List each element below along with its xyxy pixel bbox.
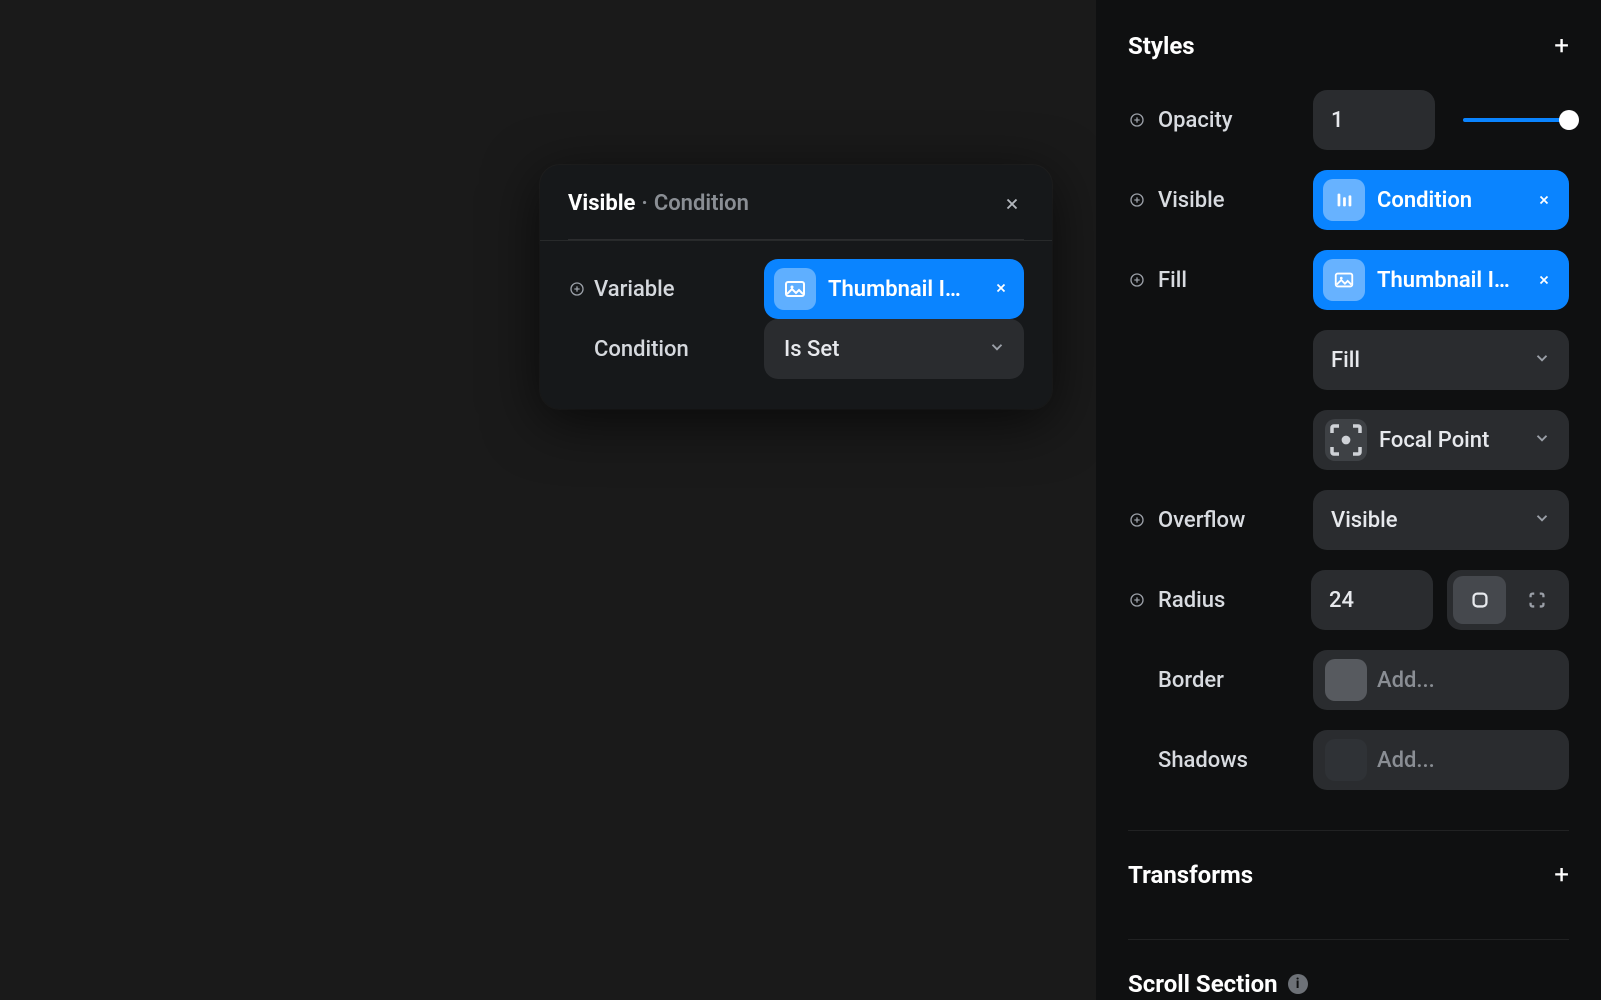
opacity-label: Opacity: [1158, 108, 1233, 133]
condition-value: Is Set: [784, 337, 976, 362]
styles-section: Styles + Opacity 1 Visible: [1128, 0, 1569, 830]
border-swatch: [1325, 659, 1367, 701]
condition-label: Condition: [594, 337, 689, 362]
shadows-row: Shadows Add...: [1128, 730, 1569, 790]
transforms-title: Transforms: [1128, 861, 1253, 889]
focal-point-icon: [1325, 419, 1367, 461]
fill-mode-value: Fill: [1331, 348, 1521, 373]
plus-circle-icon[interactable]: [1128, 271, 1146, 289]
plus-circle-icon[interactable]: [1128, 591, 1146, 609]
opacity-slider[interactable]: [1463, 118, 1569, 122]
clear-visible-button[interactable]: [1531, 188, 1557, 212]
visible-condition-popover: Visible · Condition Variable Thumbnail I…: [540, 165, 1052, 409]
clear-variable-button[interactable]: [990, 279, 1012, 300]
radius-row: Radius 24: [1128, 570, 1569, 630]
radius-input[interactable]: 24: [1311, 570, 1433, 630]
fill-token-text: Thumbnail I…: [1377, 268, 1519, 293]
shadows-placeholder: Add...: [1377, 748, 1435, 773]
plus-circle-icon[interactable]: [1128, 511, 1146, 529]
close-popover-button[interactable]: [1000, 192, 1024, 216]
close-icon: [1003, 195, 1021, 213]
properties-panel: Styles + Opacity 1 Visible: [1096, 0, 1601, 1000]
border-add-button[interactable]: Add...: [1313, 650, 1569, 710]
clear-fill-button[interactable]: [1531, 268, 1557, 292]
variable-token[interactable]: Thumbnail I…: [764, 259, 1024, 319]
opacity-value: 1: [1331, 108, 1344, 133]
fill-mode-select[interactable]: Fill: [1313, 330, 1569, 390]
fill-focal-row: Focal Point: [1128, 410, 1569, 470]
add-style-button[interactable]: +: [1554, 33, 1569, 59]
chevron-down-icon: [1533, 429, 1551, 451]
visible-token-text: Condition: [1377, 188, 1519, 213]
add-override-icon[interactable]: [568, 280, 586, 298]
focal-point-value: Focal Point: [1379, 428, 1521, 453]
shadows-label: Shadows: [1158, 748, 1248, 773]
focal-point-select[interactable]: Focal Point: [1313, 410, 1569, 470]
fill-label: Fill: [1158, 268, 1187, 293]
transforms-section: Transforms +: [1128, 830, 1569, 939]
info-icon[interactable]: i: [1288, 974, 1308, 994]
scroll-section: Scroll Section i: [1128, 939, 1569, 1000]
radius-per-corner-button[interactable]: [1510, 576, 1563, 624]
image-variable-icon: [774, 268, 816, 310]
overflow-row: Overflow Visible: [1128, 490, 1569, 550]
plus-circle-icon[interactable]: [1128, 111, 1146, 129]
radius-uniform-button[interactable]: [1453, 576, 1506, 624]
chevron-down-icon: [1533, 349, 1551, 371]
fill-token[interactable]: Thumbnail I…: [1313, 250, 1569, 310]
overflow-select[interactable]: Visible: [1313, 490, 1569, 550]
radius-value: 24: [1329, 588, 1354, 613]
styles-title: Styles: [1128, 32, 1195, 60]
visible-row: Visible Condition: [1128, 170, 1569, 230]
opacity-input[interactable]: 1: [1313, 90, 1435, 150]
variable-token-text: Thumbnail I…: [828, 277, 961, 302]
add-transform-button[interactable]: +: [1554, 862, 1569, 888]
popover-subtitle: Condition: [654, 191, 749, 216]
scroll-title: Scroll Section: [1128, 970, 1278, 998]
shadows-add-button[interactable]: Add...: [1313, 730, 1569, 790]
variable-row: Variable Thumbnail I…: [568, 259, 1024, 319]
fill-row: Fill Thumbnail I…: [1128, 250, 1569, 310]
visible-token[interactable]: Condition: [1313, 170, 1569, 230]
popover-title: Visible: [568, 191, 635, 216]
radius-mode-toggle: [1447, 570, 1569, 630]
variable-label: Variable: [594, 277, 675, 302]
overflow-label: Overflow: [1158, 508, 1245, 533]
canvas-area: [0, 0, 1076, 1000]
opacity-row: Opacity 1: [1128, 90, 1569, 150]
plus-circle-icon[interactable]: [1128, 191, 1146, 209]
visible-label: Visible: [1158, 188, 1225, 213]
overflow-value: Visible: [1331, 508, 1521, 533]
border-label: Border: [1158, 668, 1224, 693]
fill-mode-row: Fill: [1128, 330, 1569, 390]
condition-select[interactable]: Is Set: [764, 319, 1024, 379]
chevron-down-icon: [988, 338, 1006, 360]
condition-icon: [1323, 179, 1365, 221]
title-separator: ·: [641, 191, 647, 216]
radius-label: Radius: [1158, 588, 1225, 613]
condition-row: Condition Is Set: [568, 319, 1024, 379]
border-row: Border Add...: [1128, 650, 1569, 710]
chevron-down-icon: [1533, 509, 1551, 531]
shadows-swatch: [1325, 739, 1367, 781]
image-variable-icon: [1323, 259, 1365, 301]
slider-knob[interactable]: [1559, 110, 1579, 130]
border-placeholder: Add...: [1377, 668, 1435, 693]
